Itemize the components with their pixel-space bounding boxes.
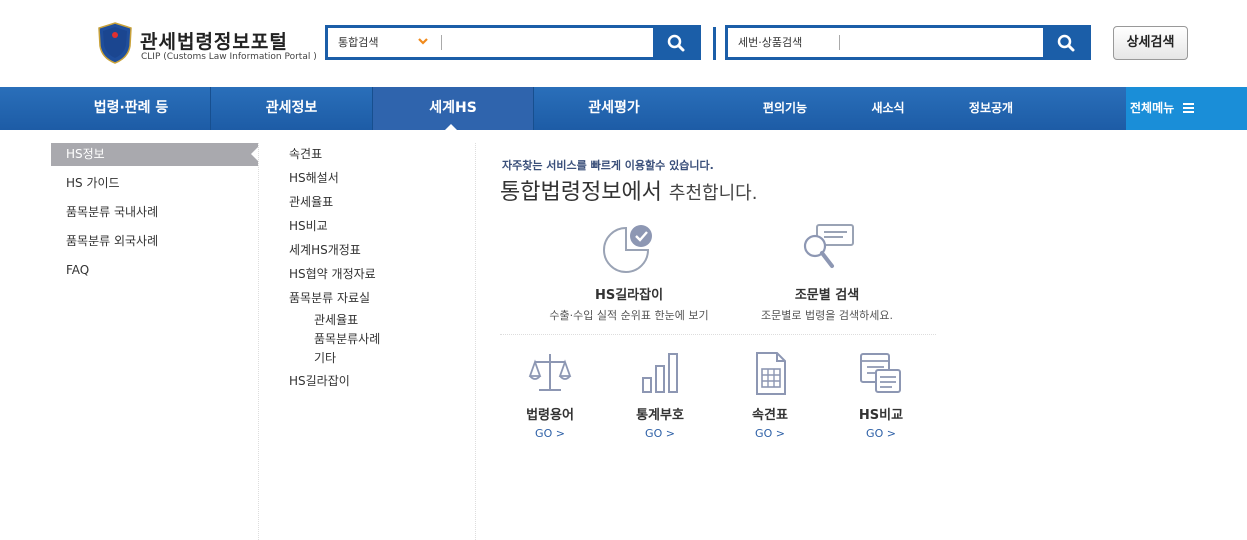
feature-description: 조문별로 법령을 검색하세요. <box>761 309 893 322</box>
go-link[interactable]: GO > <box>610 427 710 440</box>
quick-stat-codes[interactable]: 통계부호 GO > <box>610 350 710 440</box>
submenu-link[interactable]: 품목분류 자료실 <box>289 290 469 311</box>
submenu-item-foreign-cases[interactable]: 품목분류 외국사례 <box>51 227 258 256</box>
nav-item-customs-valuation[interactable]: 관세평가 <box>534 87 694 130</box>
quick-name: HS비교 <box>858 408 904 423</box>
submenu-link[interactable]: 속견표 <box>289 146 469 170</box>
go-link[interactable]: GO > <box>500 427 600 440</box>
magnifier-document-icon <box>803 224 854 268</box>
panel-title-main: 통합법령정보에서 <box>500 180 662 205</box>
submenu-link[interactable]: 관세율표 <box>289 194 469 218</box>
compare-list-icon <box>860 353 901 393</box>
advanced-search-button[interactable]: 상세검색 <box>1113 26 1188 60</box>
column-divider <box>475 143 476 540</box>
nav-item-convenience[interactable]: 편의기능 <box>740 87 830 130</box>
feature-name: HS길라잡이 <box>594 288 664 303</box>
search-separator <box>713 27 716 60</box>
submenu-link[interactable]: HS해설서 <box>289 170 469 194</box>
all-menu-label: 전체메뉴 <box>1130 101 1175 115</box>
document-table-icon <box>756 352 786 395</box>
submenu-column-2: 속견표 HS해설서 관세율표 HS비교 세계HS개정표 HS협약 개정자료 품목… <box>289 146 469 397</box>
search-divider <box>441 35 442 50</box>
submenu-link[interactable]: HS협약 개정자료 <box>289 266 469 290</box>
quick-name: 속견표 <box>752 408 788 423</box>
nav-item-disclosure[interactable]: 정보공개 <box>946 87 1036 130</box>
submenu-item-hs-guide[interactable]: HS 가이드 <box>51 169 258 198</box>
nav-item-news[interactable]: 새소식 <box>843 87 933 130</box>
panel-title-rest: 추천합니다. <box>668 183 758 204</box>
search-category-select[interactable]: 통합검색 <box>338 28 378 57</box>
submenu-item-domestic-cases[interactable]: 품목분류 국내사례 <box>51 198 258 227</box>
submenu-link[interactable]: HS길라잡이 <box>289 373 469 397</box>
go-link[interactable]: GO > <box>831 427 931 440</box>
panel-title: 통합법령정보에서 추천합니다. <box>500 174 757 206</box>
hs-product-search-box: 세번·상품검색 <box>725 25 1091 60</box>
quick-quick-table[interactable]: 속견표 GO > <box>720 350 820 440</box>
panel-divider <box>500 334 936 335</box>
quick-name: 통계부호 <box>636 408 684 423</box>
search-divider <box>839 35 840 50</box>
hs-search-label[interactable]: 세번·상품검색 <box>738 28 802 57</box>
site-title[interactable]: 관세법령정보포털 <box>140 27 288 54</box>
column-divider <box>258 143 259 540</box>
bar-chart-icon <box>642 353 678 393</box>
submenu-column-1: HS정보 HS 가이드 품목분류 국내사례 품목분류 외국사례 FAQ <box>51 143 258 285</box>
customs-badge-icon[interactable] <box>97 22 133 64</box>
submenu-item-hs-info[interactable]: HS정보 <box>51 143 258 166</box>
site-subtitle: CLIP (Customs Law Information Portal ) <box>141 52 317 62</box>
submenu-sublink[interactable]: 기타 <box>289 349 469 368</box>
submenu-link[interactable]: 세계HS개정표 <box>289 242 469 266</box>
submenu-sublink[interactable]: 품목분류사례 <box>289 330 469 349</box>
search-icon <box>667 34 684 51</box>
quick-hs-compare[interactable]: HS비교 GO > <box>831 350 931 440</box>
main-navigation: 법령·판례 등 관세정보 세계HS 관세평가 편의기능 새소식 정보공개 전체메… <box>0 87 1247 131</box>
all-menu-button[interactable]: 전체메뉴 <box>1126 87 1247 130</box>
pie-chart-icon <box>603 225 652 273</box>
integrated-search-box: 통합검색 <box>325 25 701 60</box>
submenu-sublink[interactable]: 관세율표 <box>289 311 469 330</box>
hamburger-icon <box>1183 103 1194 113</box>
feature-article-search[interactable]: 조문별 검색 조문별로 법령을 검색하세요. <box>727 222 927 323</box>
panel-subtitle: 자주찾는 서비스를 빠르게 이용할수 있습니다. <box>502 159 714 172</box>
feature-hs-guide[interactable]: HS길라잡이 수출·수입 실적 순위표 한눈에 보기 <box>529 222 729 323</box>
search-button[interactable] <box>653 28 698 57</box>
feature-name: 조문별 검색 <box>794 288 860 303</box>
active-indicator <box>444 124 458 131</box>
submenu-link[interactable]: HS비교 <box>289 218 469 242</box>
search-icon <box>1057 34 1074 51</box>
feature-description: 수출·수입 실적 순위표 한눈에 보기 <box>549 309 709 322</box>
hs-search-button[interactable] <box>1043 28 1088 57</box>
nav-item-customs-info[interactable]: 관세정보 <box>211 87 372 130</box>
nav-item-laws[interactable]: 법령·판례 등 <box>51 87 211 130</box>
quick-legal-terms[interactable]: 법령용어 GO > <box>500 350 600 440</box>
go-link[interactable]: GO > <box>720 427 820 440</box>
scale-icon <box>528 354 572 391</box>
quick-name: 법령용어 <box>526 408 574 423</box>
submenu-item-faq[interactable]: FAQ <box>51 256 258 285</box>
chevron-down-icon[interactable] <box>418 36 428 46</box>
site-header: 관세법령정보포털 CLIP (Customs Law Information P… <box>0 0 1247 87</box>
